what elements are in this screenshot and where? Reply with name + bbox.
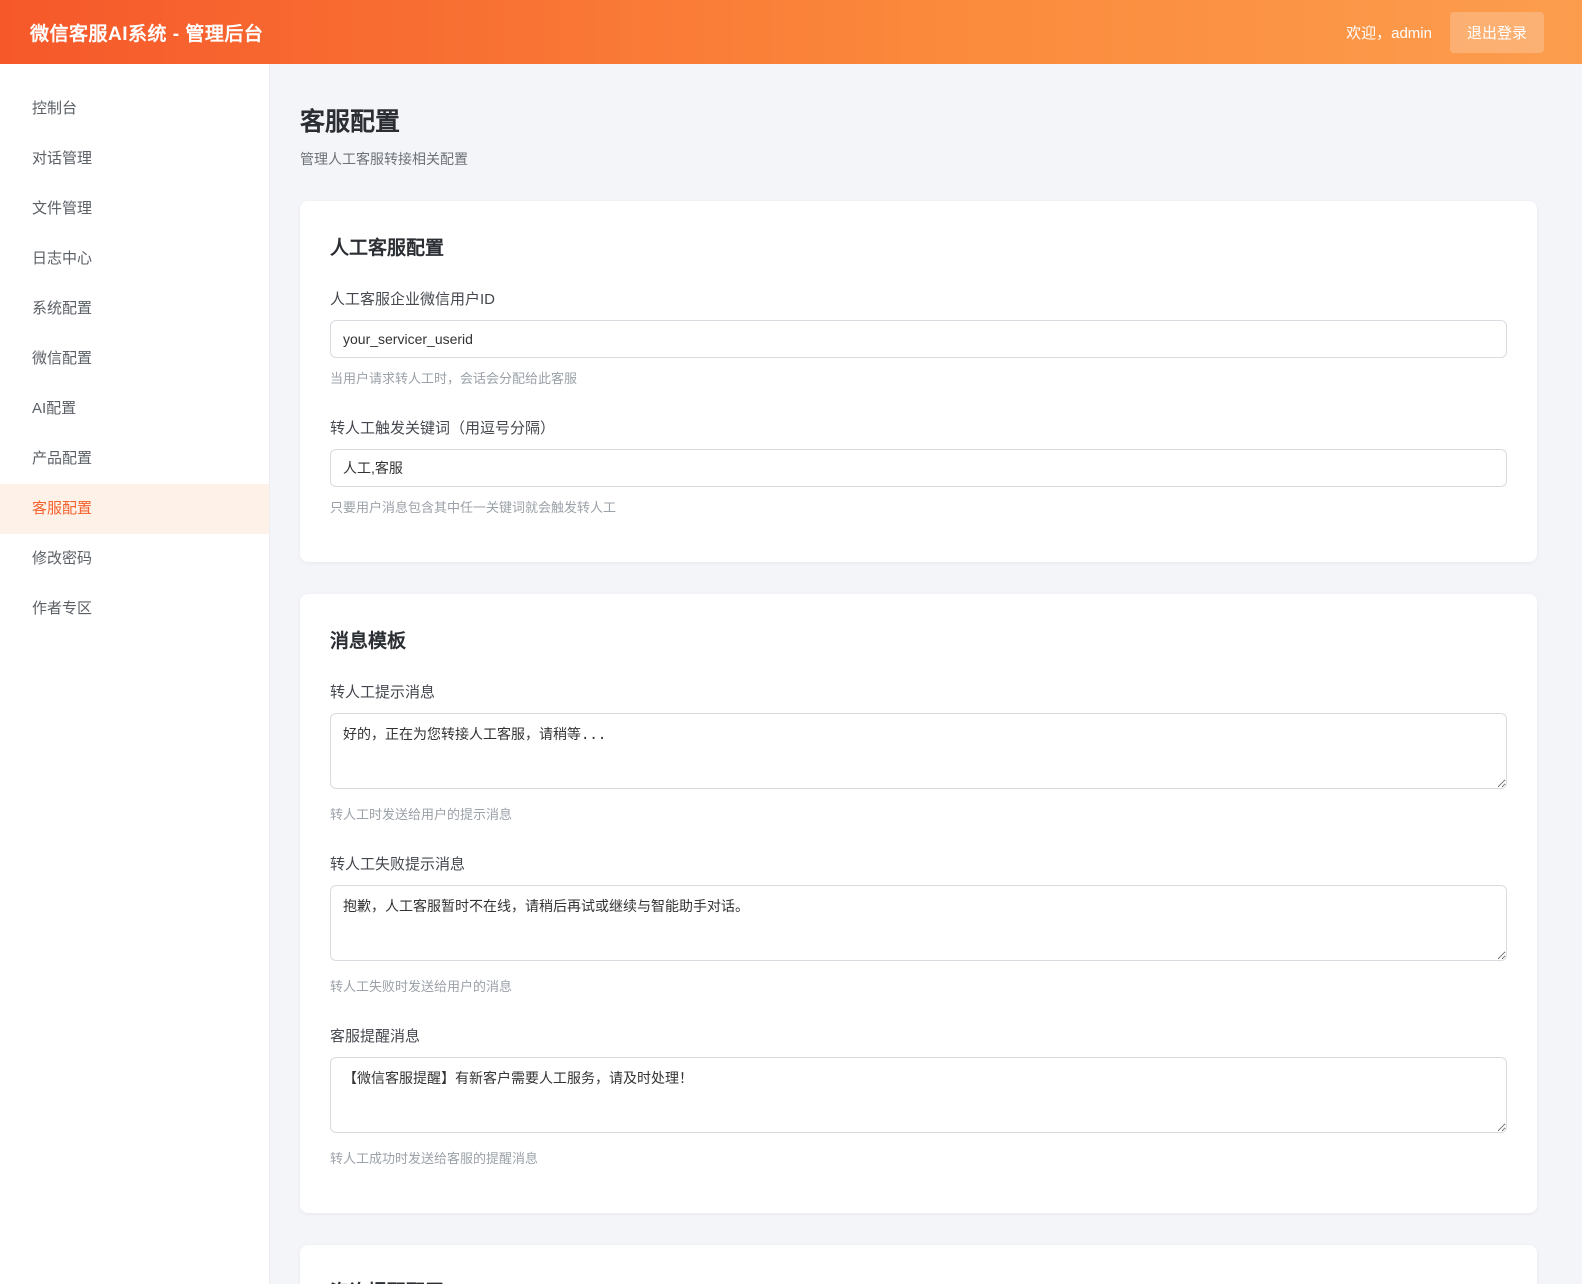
field-help: 转人工失败时发送给用户的消息 <box>330 976 1507 995</box>
sidebar-item-conversations[interactable]: 对话管理 <box>0 134 269 184</box>
trigger-keywords-input[interactable] <box>330 449 1507 487</box>
field-label: 转人工触发关键词（用逗号分隔） <box>330 417 1507 438</box>
header-right: 欢迎，admin 退出登录 <box>1346 12 1544 53</box>
field-trigger-keywords: 转人工触发关键词（用逗号分隔） 只要用户消息包含其中任一关键词就会触发转人工 <box>330 417 1507 516</box>
field-help: 转人工成功时发送给客服的提醒消息 <box>330 1148 1507 1167</box>
sidebar-item-system-config[interactable]: 系统配置 <box>0 284 269 334</box>
field-label: 人工客服企业微信用户ID <box>330 288 1507 309</box>
field-help: 当用户请求转人工时，会话会分配给此客服 <box>330 368 1507 387</box>
app-header: 微信客服AI系统 - 管理后台 欢迎，admin 退出登录 <box>0 0 1582 64</box>
sidebar-item-wechat-config[interactable]: 微信配置 <box>0 334 269 384</box>
page-title: 客服配置 <box>300 102 1537 138</box>
servicer-notify-message-textarea[interactable]: 【微信客服提醒】有新客户需要人工服务，请及时处理！ <box>330 1057 1507 1133</box>
field-transfer-fail-message: 转人工失败提示消息 抱歉，人工客服暂时不在线，请稍后再试或继续与智能助手对话。 … <box>330 853 1507 995</box>
field-help: 转人工时发送给用户的提示消息 <box>330 804 1507 823</box>
layout: 控制台 对话管理 文件管理 日志中心 系统配置 微信配置 AI配置 产品配置 客… <box>0 64 1582 1284</box>
field-transfer-message: 转人工提示消息 好的，正在为您转接人工客服，请稍等... 转人工时发送给用户的提… <box>330 681 1507 823</box>
sidebar-item-dashboard[interactable]: 控制台 <box>0 84 269 134</box>
field-label: 客服提醒消息 <box>330 1025 1507 1046</box>
sidebar-item-change-password[interactable]: 修改密码 <box>0 534 269 584</box>
field-help: 只要用户消息包含其中任一关键词就会触发转人工 <box>330 497 1507 516</box>
field-servicer-userid: 人工客服企业微信用户ID 当用户请求转人工时，会话会分配给此客服 <box>330 288 1507 387</box>
field-label: 转人工提示消息 <box>330 681 1507 702</box>
servicer-userid-input[interactable] <box>330 320 1507 358</box>
card-title: 咨询提醒配置 <box>330 1277 1507 1284</box>
field-label: 转人工失败提示消息 <box>330 853 1507 874</box>
field-servicer-notify-message: 客服提醒消息 【微信客服提醒】有新客户需要人工服务，请及时处理！ 转人工成功时发… <box>330 1025 1507 1167</box>
transfer-message-textarea[interactable]: 好的，正在为您转接人工客服，请稍等... <box>330 713 1507 789</box>
main-content: 客服配置 管理人工客服转接相关配置 人工客服配置 人工客服企业微信用户ID 当用… <box>270 64 1582 1284</box>
logout-button[interactable]: 退出登录 <box>1450 12 1544 53</box>
sidebar: 控制台 对话管理 文件管理 日志中心 系统配置 微信配置 AI配置 产品配置 客… <box>0 64 270 1284</box>
sidebar-item-files[interactable]: 文件管理 <box>0 184 269 234</box>
card-manual-service-config: 人工客服配置 人工客服企业微信用户ID 当用户请求转人工时，会话会分配给此客服 … <box>300 201 1537 562</box>
app-title: 微信客服AI系统 - 管理后台 <box>30 19 263 46</box>
card-message-templates: 消息模板 转人工提示消息 好的，正在为您转接人工客服，请稍等... 转人工时发送… <box>300 594 1537 1213</box>
card-title: 消息模板 <box>330 626 1507 653</box>
page-subtitle: 管理人工客服转接相关配置 <box>300 149 1537 169</box>
transfer-fail-message-textarea[interactable]: 抱歉，人工客服暂时不在线，请稍后再试或继续与智能助手对话。 <box>330 885 1507 961</box>
sidebar-item-product-config[interactable]: 产品配置 <box>0 434 269 484</box>
card-title: 人工客服配置 <box>330 233 1507 260</box>
card-inquiry-reminder-config: 咨询提醒配置 启用咨询提醒 当有用户咨询AI时，自动提醒人工客服 <box>300 1245 1537 1284</box>
welcome-text: 欢迎，admin <box>1346 22 1432 43</box>
sidebar-item-logs[interactable]: 日志中心 <box>0 234 269 284</box>
sidebar-item-service-config[interactable]: 客服配置 <box>0 484 269 534</box>
sidebar-item-author-zone[interactable]: 作者专区 <box>0 584 269 634</box>
sidebar-item-ai-config[interactable]: AI配置 <box>0 384 269 434</box>
